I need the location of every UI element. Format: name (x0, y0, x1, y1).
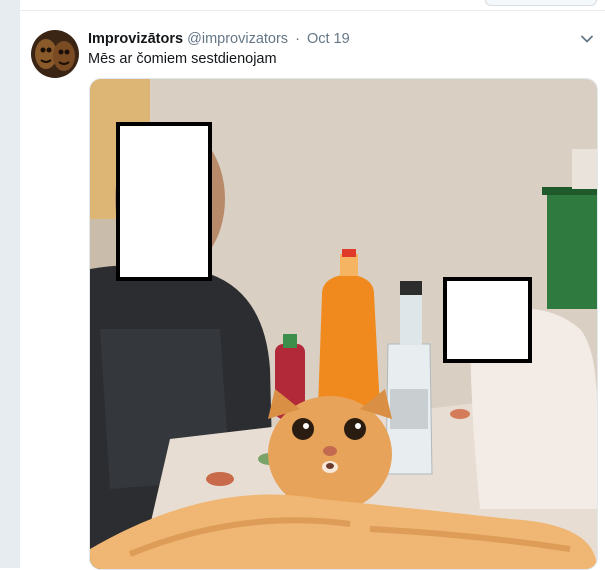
meta-separator: · (295, 31, 300, 47)
tweet-photo[interactable] (89, 78, 598, 570)
search-field-edge[interactable] (485, 0, 597, 6)
avatar[interactable] (31, 30, 79, 78)
user-handle[interactable]: @improvizators (187, 31, 288, 47)
tweet-timestamp[interactable]: Oct 19 (307, 31, 350, 47)
tweet-header: Improvizātors @improvizators · Oct 19 (88, 30, 565, 48)
tweet-card[interactable]: Improvizātors @improvizators · Oct 19 Mē… (20, 11, 605, 570)
chevron-down-icon[interactable] (579, 31, 595, 47)
tweet-text: Mēs ar čomiem sestdienojam (88, 51, 277, 67)
avatar-image (31, 30, 79, 78)
previous-tweet-divider (20, 0, 605, 11)
display-name[interactable]: Improvizātors (88, 31, 183, 47)
photo-image (90, 79, 597, 569)
timeline-gutter (0, 0, 20, 568)
